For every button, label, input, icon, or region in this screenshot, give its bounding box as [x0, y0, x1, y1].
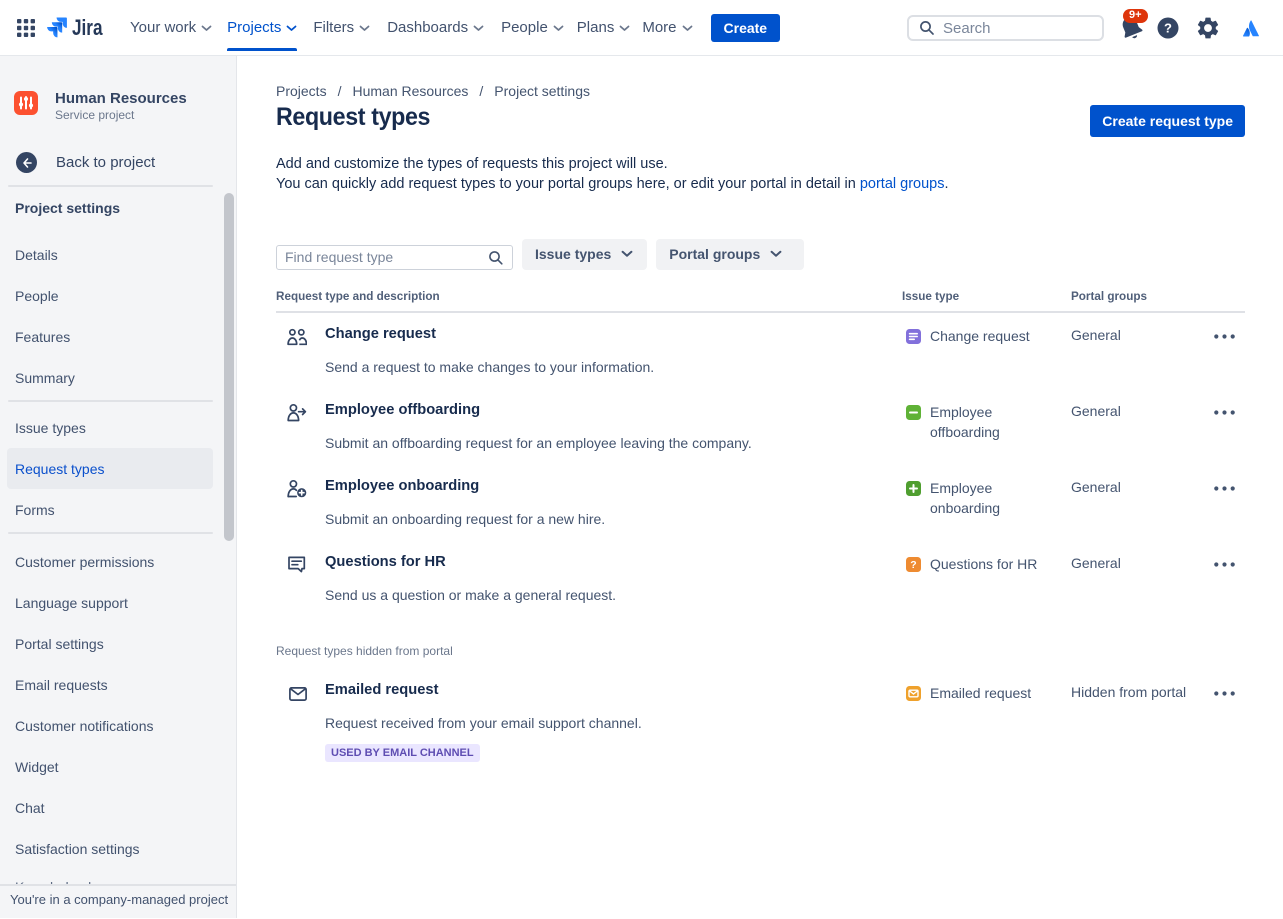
svg-text:?: ?	[910, 559, 916, 571]
svg-text:?: ?	[1164, 21, 1172, 36]
